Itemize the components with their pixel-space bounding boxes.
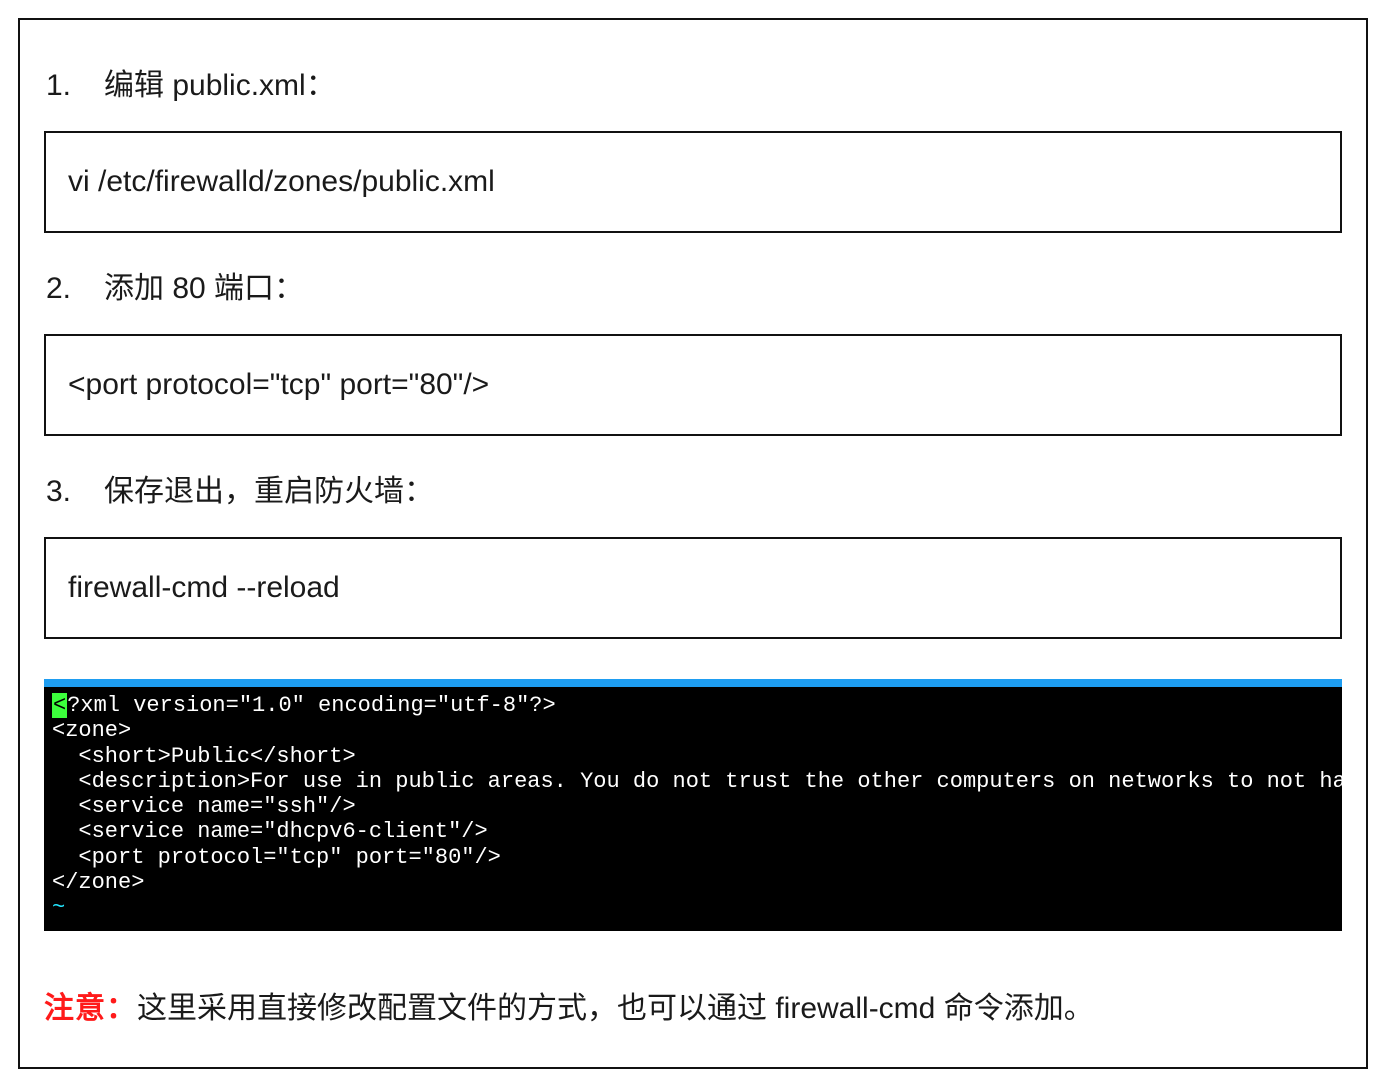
step-number: 2. — [46, 263, 72, 314]
code-block-edit-public-xml: vi /etc/firewalld/zones/public.xml — [44, 131, 1342, 233]
note-text: 这里采用直接修改配置文件的方式，也可以通过 firewall-cmd 命令添加。 — [137, 992, 1094, 1025]
terminal-line: ?xml version="1.0" encoding="utf-8"?> — [67, 693, 555, 718]
step-text: 添加 80 端口： — [104, 263, 304, 314]
code-block-firewall-reload: firewall-cmd --reload — [44, 537, 1342, 639]
terminal-tilde: ~ — [52, 895, 65, 920]
step-number: 1. — [46, 60, 72, 111]
terminal-line: <zone> — [52, 718, 131, 743]
code-block-add-port-80: <port protocol="tcp" port="80"/> — [44, 334, 1342, 436]
terminal-line: <port protocol="tcp" port="80"/> — [52, 845, 501, 870]
terminal-line: <description>For use in public areas. Yo… — [52, 769, 1342, 794]
step-text: 编辑 public.xml： — [104, 60, 336, 111]
step-2-heading: 2. 添加 80 端口： — [46, 263, 1342, 314]
step-number: 3. — [46, 466, 72, 517]
terminal-screenshot: <?xml version="1.0" encoding="utf-8"?> <… — [44, 679, 1342, 931]
note-label: 注意： — [44, 992, 137, 1025]
step-1-heading: 1. 编辑 public.xml： — [46, 60, 1342, 111]
terminal-titlebar — [44, 679, 1342, 687]
terminal-line: <short>Public</short> — [52, 744, 356, 769]
terminal-cursor: < — [52, 693, 67, 718]
document-frame: 1. 编辑 public.xml： vi /etc/firewalld/zone… — [18, 18, 1368, 1069]
step-text: 保存退出，重启防火墙： — [104, 466, 434, 517]
terminal-line: <service name="ssh"/> — [52, 794, 356, 819]
note-paragraph: 注意：这里采用直接修改配置文件的方式，也可以通过 firewall-cmd 命令… — [44, 985, 1342, 1033]
step-3-heading: 3. 保存退出，重启防火墙： — [46, 466, 1342, 517]
terminal-line: </zone> — [52, 870, 144, 895]
terminal-content: <?xml version="1.0" encoding="utf-8"?> <… — [44, 687, 1342, 931]
terminal-line: <service name="dhcpv6-client"/> — [52, 819, 488, 844]
